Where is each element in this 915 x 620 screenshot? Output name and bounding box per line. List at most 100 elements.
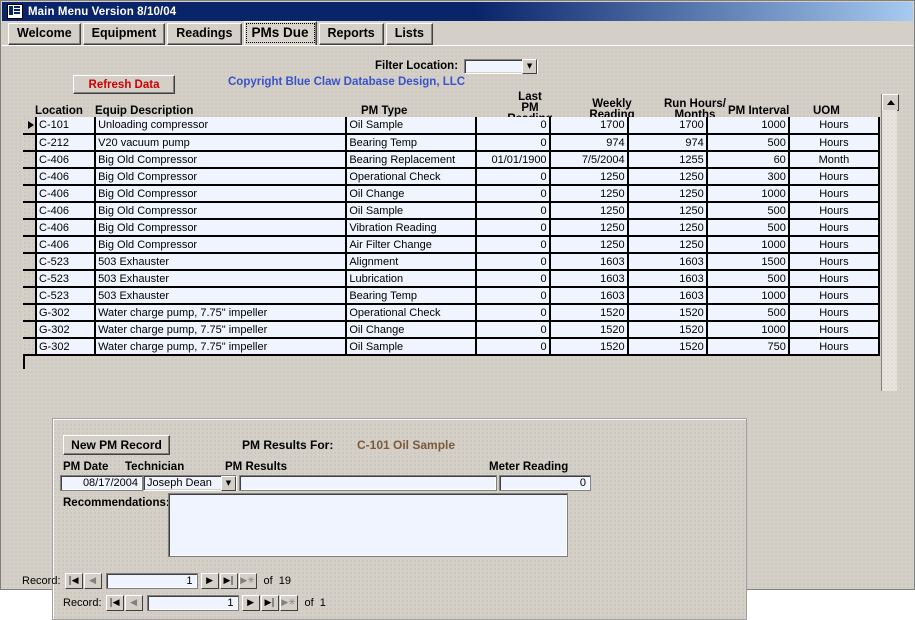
row-selector[interactable] — [23, 151, 37, 169]
cell-runhours[interactable]: 1520 — [627, 338, 708, 356]
nav-prev-icon[interactable]: ◀ — [83, 573, 102, 589]
cell-interval[interactable]: 1000 — [706, 185, 790, 203]
cell-lastpm[interactable]: 0 — [476, 287, 551, 305]
cell-interval[interactable]: 500 — [706, 219, 790, 237]
pm-date-field[interactable]: 08/17/2004 — [60, 475, 143, 491]
cell-lastpm[interactable]: 0 — [476, 168, 551, 186]
cell-interval[interactable]: 500 — [706, 304, 790, 322]
cell-interval[interactable]: 500 — [706, 270, 790, 288]
row-selector[interactable] — [23, 219, 37, 237]
table-row[interactable]: C-406 Big Old Compressor Oil Sample 0 1250 12… — [23, 202, 881, 220]
cell-location[interactable]: C-101 — [36, 117, 97, 135]
cell-interval[interactable]: 1000 — [706, 321, 790, 339]
nav-new-icon[interactable]: ▶✳ — [238, 573, 257, 589]
row-selector[interactable] — [23, 338, 37, 356]
cell-location[interactable]: G-302 — [36, 304, 97, 322]
cell-weekly[interactable]: 1250 — [549, 219, 629, 237]
cell-weekly[interactable]: 1250 — [549, 168, 629, 186]
cell-uom[interactable]: Hours — [788, 321, 881, 339]
table-row[interactable]: C-406 Big Old Compressor Air Filter Change… — [23, 236, 881, 254]
cell-lastpm[interactable]: 0 — [476, 236, 551, 254]
row-selector[interactable] — [23, 202, 37, 220]
cell-interval[interactable]: 1500 — [706, 253, 790, 271]
cell-uom[interactable]: Hours — [788, 287, 881, 305]
row-selector[interactable] — [23, 270, 37, 288]
cell-equip[interactable]: Water charge pump, 7.75" impeller — [95, 321, 348, 339]
row-selector[interactable] — [23, 321, 37, 339]
cell-lastpm[interactable]: 01/01/1900 — [476, 151, 551, 169]
cell-lastpm[interactable]: 0 — [476, 270, 551, 288]
cell-lastpm[interactable]: 0 — [476, 321, 551, 339]
col-header-pm-type[interactable]: PM Type — [361, 105, 407, 117]
cell-runhours[interactable]: 1700 — [627, 117, 708, 135]
cell-runhours[interactable]: 1603 — [627, 270, 708, 288]
cell-location[interactable]: C-406 — [36, 219, 97, 237]
cell-pmtype[interactable]: Alignment — [346, 253, 478, 271]
recommendations-field[interactable] — [168, 493, 568, 557]
col-header-location[interactable]: Location — [35, 105, 83, 117]
cell-runhours[interactable]: 1520 — [627, 304, 708, 322]
cell-equip[interactable]: Water charge pump, 7.75" impeller — [95, 338, 348, 356]
cell-runhours[interactable]: 1250 — [627, 185, 708, 203]
cell-pmtype[interactable]: Operational Check — [346, 168, 478, 186]
cell-weekly[interactable]: 1250 — [549, 202, 629, 220]
scroll-up-icon[interactable] — [882, 94, 899, 111]
tab-pms-due[interactable]: PMs Due — [243, 21, 317, 45]
cell-pmtype[interactable]: Bearing Temp — [346, 287, 478, 305]
cell-weekly[interactable]: 1250 — [549, 185, 629, 203]
cell-location[interactable]: C-523 — [36, 270, 97, 288]
cell-equip[interactable]: V20 vacuum pump — [95, 134, 348, 152]
cell-location[interactable]: C-523 — [36, 287, 97, 305]
cell-interval[interactable]: 300 — [706, 168, 790, 186]
cell-weekly[interactable]: 1520 — [549, 304, 629, 322]
cell-location[interactable]: G-302 — [36, 321, 97, 339]
cell-interval[interactable]: 1000 — [706, 117, 790, 135]
table-row[interactable]: C-212 V20 vacuum pump Bearing Temp 0 974 974 5… — [23, 134, 881, 152]
cell-location[interactable]: C-406 — [36, 151, 97, 169]
cell-weekly[interactable]: 7/5/2004 — [549, 151, 629, 169]
table-row[interactable]: C-406 Big Old Compressor Bearing Replaceme… — [23, 151, 881, 169]
cell-uom[interactable]: Hours — [788, 185, 881, 203]
cell-equip[interactable]: Big Old Compressor — [95, 151, 348, 169]
tab-lists[interactable]: Lists — [385, 23, 433, 45]
row-selector[interactable] — [23, 134, 37, 152]
cell-pmtype[interactable]: Bearing Temp — [346, 134, 478, 152]
table-row[interactable]: G-302 Water charge pump, 7.75" impeller Oi… — [23, 338, 881, 356]
cell-pmtype[interactable]: Air Filter Change — [346, 236, 478, 254]
cell-interval[interactable]: 1000 — [706, 236, 790, 254]
row-selector[interactable] — [23, 287, 37, 305]
cell-uom[interactable]: Hours — [788, 134, 881, 152]
cell-equip[interactable]: Big Old Compressor — [95, 236, 348, 254]
cell-interval[interactable]: 500 — [706, 134, 790, 152]
cell-pmtype[interactable]: Oil Change — [346, 321, 478, 339]
tab-reports[interactable]: Reports — [318, 23, 384, 45]
table-row[interactable]: G-302 Water charge pump, 7.75" impeller Oi… — [23, 321, 881, 339]
cell-uom[interactable]: Hours — [788, 253, 881, 271]
table-row[interactable]: G-302 Water charge pump, 7.75" impeller Op… — [23, 304, 881, 322]
cell-uom[interactable]: Hours — [788, 168, 881, 186]
cell-weekly[interactable]: 1250 — [549, 236, 629, 254]
cell-interval[interactable]: 750 — [706, 338, 790, 356]
pm-results-field[interactable] — [239, 475, 497, 491]
nav-next-icon[interactable]: ▶ — [200, 573, 219, 589]
cell-runhours[interactable]: 1603 — [627, 253, 708, 271]
table-row[interactable]: C-406 Big Old Compressor Operational Check… — [23, 168, 881, 186]
table-row[interactable]: C-406 Big Old Compressor Vibration Reading… — [23, 219, 881, 237]
table-row[interactable]: C-523 503 Exhauster Bearing Temp 0 1603 1603 1… — [23, 287, 881, 305]
nav-first-icon[interactable]: |◀ — [105, 595, 124, 611]
cell-uom[interactable]: Hours — [788, 270, 881, 288]
cell-lastpm[interactable]: 0 — [476, 219, 551, 237]
main-nav-record-input[interactable]: 1 — [105, 573, 198, 589]
cell-lastpm[interactable]: 0 — [476, 117, 551, 135]
technician-combo[interactable]: Joseph Dean ▼ — [143, 475, 237, 491]
tab-readings[interactable]: Readings — [167, 23, 242, 45]
tab-equipment[interactable]: Equipment — [82, 23, 166, 45]
cell-pmtype[interactable]: Operational Check — [346, 304, 478, 322]
cell-pmtype[interactable]: Oil Sample — [346, 338, 478, 356]
table-row[interactable]: C-406 Big Old Compressor Oil Change 0 1250 12… — [23, 185, 881, 203]
cell-lastpm[interactable]: 0 — [476, 253, 551, 271]
nav-next-icon[interactable]: ▶ — [241, 595, 260, 611]
cell-lastpm[interactable]: 0 — [476, 202, 551, 220]
cell-location[interactable]: C-406 — [36, 185, 97, 203]
table-row[interactable]: C-523 503 Exhauster Alignment 0 1603 1603 1500… — [23, 253, 881, 271]
